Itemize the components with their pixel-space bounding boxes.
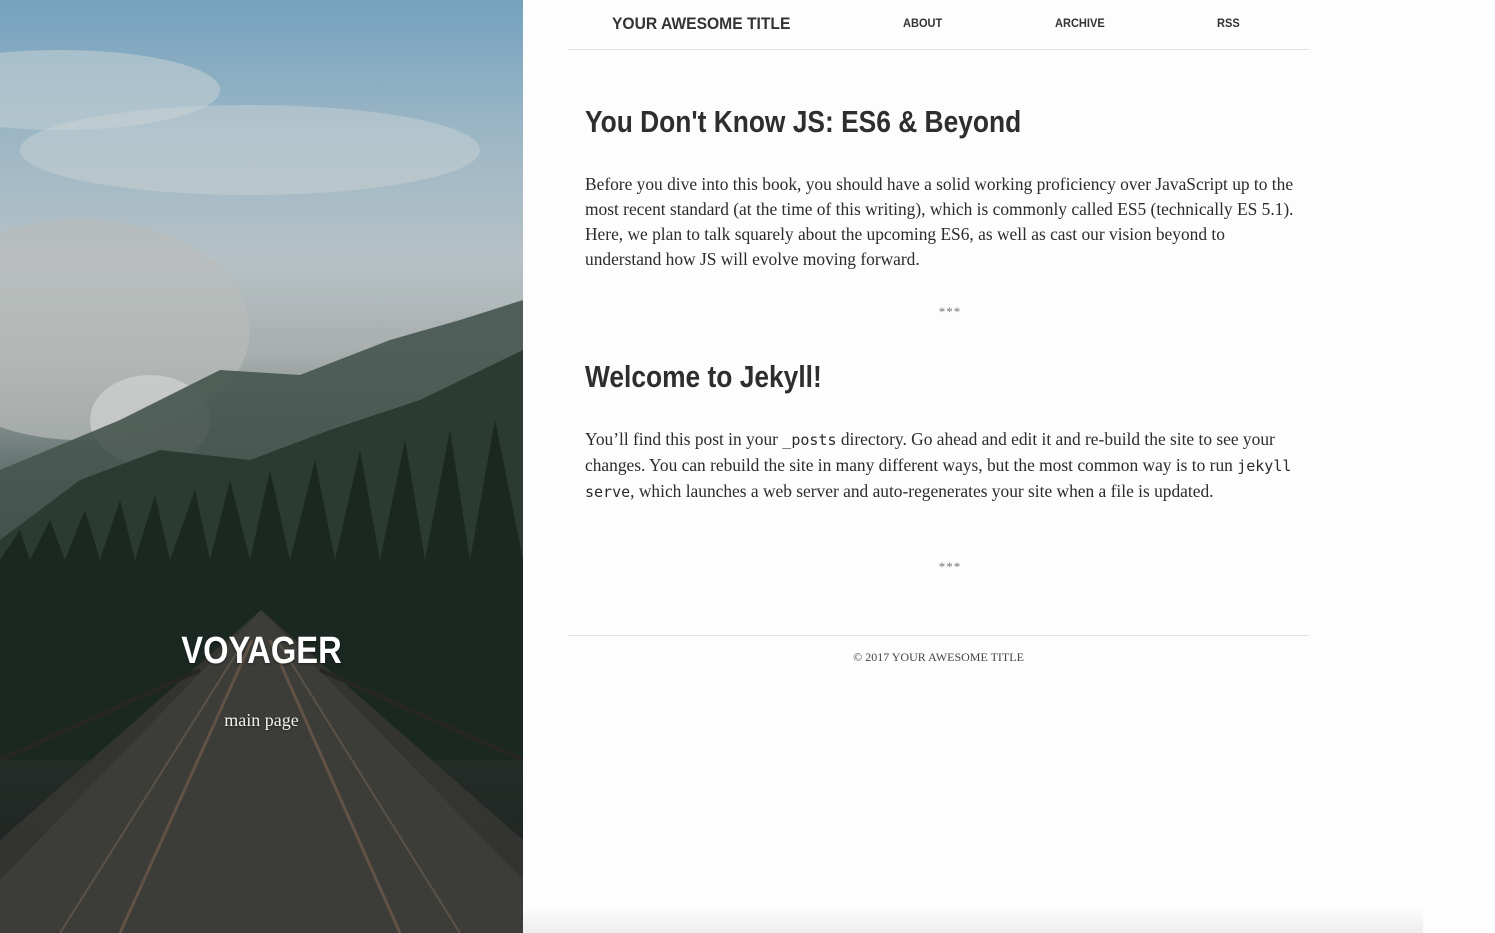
- excerpt-text: You’ll find this post in your: [585, 429, 783, 449]
- post-excerpt: You’ll find this post in your _posts dir…: [585, 427, 1295, 505]
- bottom-shadow: [523, 907, 1423, 933]
- nav-link-about[interactable]: ABOUT: [903, 16, 942, 30]
- post-excerpt: Before you dive into this book, you shou…: [585, 174, 1294, 269]
- post-entry: Welcome to Jekyll! You’ll find this post…: [585, 359, 1295, 505]
- nav-link-archive[interactable]: ARCHIVE: [1055, 16, 1105, 30]
- hero-panel: VOYAGER main page: [0, 0, 523, 933]
- post-divider: ***: [938, 559, 962, 574]
- hero-subtitle: main page: [224, 710, 299, 730]
- top-navigation: YOUR AWESOME TITLE ABOUT ARCHIVE RSS: [568, 0, 1309, 50]
- post-title-link[interactable]: Welcome to Jekyll!: [585, 359, 1189, 395]
- nav-link-rss[interactable]: RSS: [1217, 16, 1240, 30]
- site-title-link[interactable]: YOUR AWESOME TITLE: [612, 14, 790, 34]
- inline-code: _posts: [782, 431, 837, 449]
- hero-title: VOYAGER: [181, 630, 342, 672]
- hero-background-image: [0, 0, 523, 933]
- main-content: YOUR AWESOME TITLE ABOUT ARCHIVE RSS You…: [523, 0, 1495, 933]
- post-title-link[interactable]: You Don't Know JS: ES6 & Beyond: [585, 104, 1189, 140]
- post-entry: You Don't Know JS: ES6 & Beyond Before y…: [585, 104, 1295, 272]
- footer-copyright: © 2017 YOUR AWESOME TITLE: [568, 635, 1309, 665]
- excerpt-text: , which launches a web server and auto-r…: [630, 481, 1214, 501]
- post-divider: ***: [938, 304, 962, 319]
